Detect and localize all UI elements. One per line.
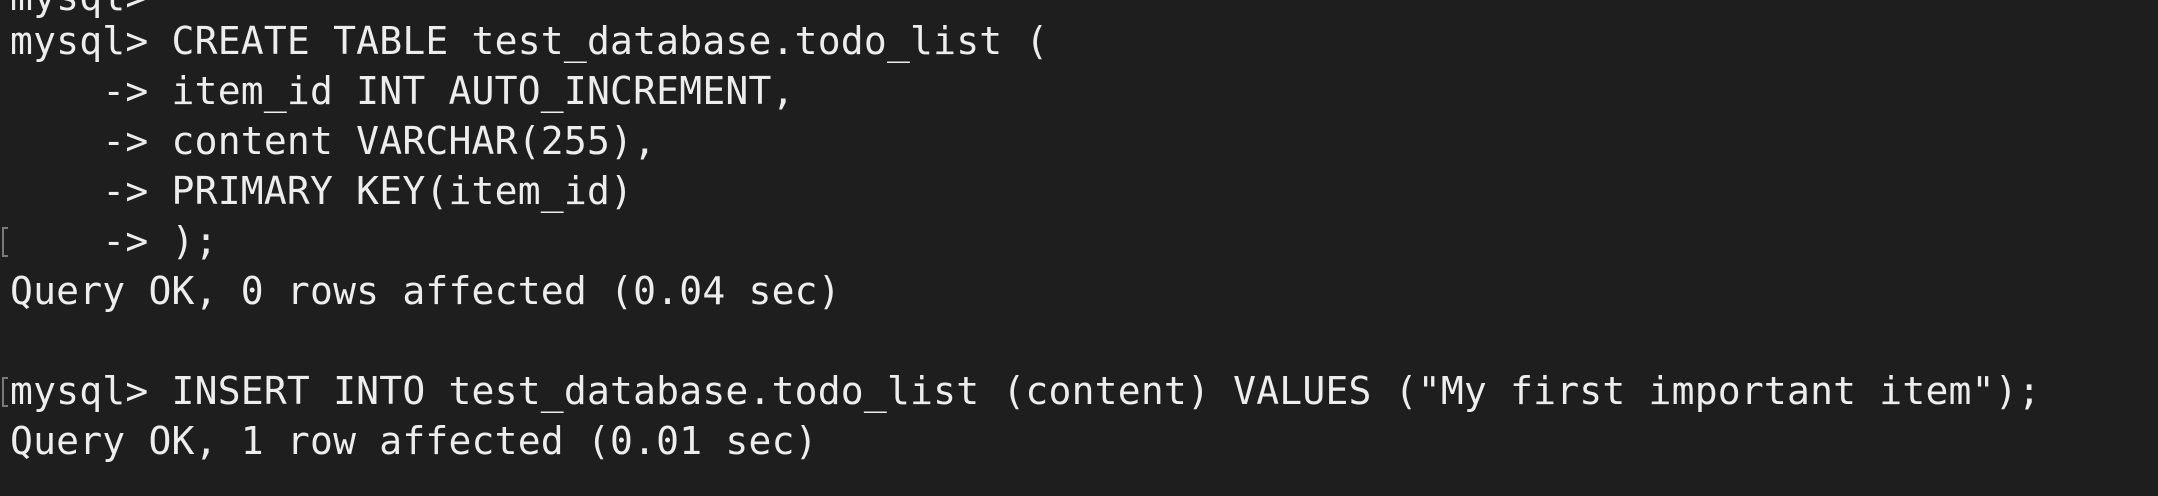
- selection-bracket-icon: [2, 227, 8, 257]
- terminal-window[interactable]: mysql> mysql> CREATE TABLE test_database…: [0, 0, 2158, 496]
- terminal-line-query-ok-insert: Query OK, 1 row affected (0.01 sec): [10, 419, 818, 463]
- terminal-line-close-paren: -> );: [10, 219, 218, 263]
- terminal-line-primary-key: -> PRIMARY KEY(item_id): [10, 169, 634, 213]
- terminal-line-create-table: mysql> CREATE TABLE test_database.todo_l…: [10, 19, 1049, 63]
- terminal-line-query-ok-create: Query OK, 0 rows affected (0.04 sec): [10, 269, 841, 313]
- terminal-line-content: -> content VARCHAR(255),: [10, 119, 657, 163]
- terminal-line-item-id: -> item_id INT AUTO_INCREMENT,: [10, 69, 795, 113]
- terminal-line-insert: mysql> INSERT INTO test_database.todo_li…: [10, 369, 2041, 413]
- selection-bracket-icon: [2, 377, 8, 407]
